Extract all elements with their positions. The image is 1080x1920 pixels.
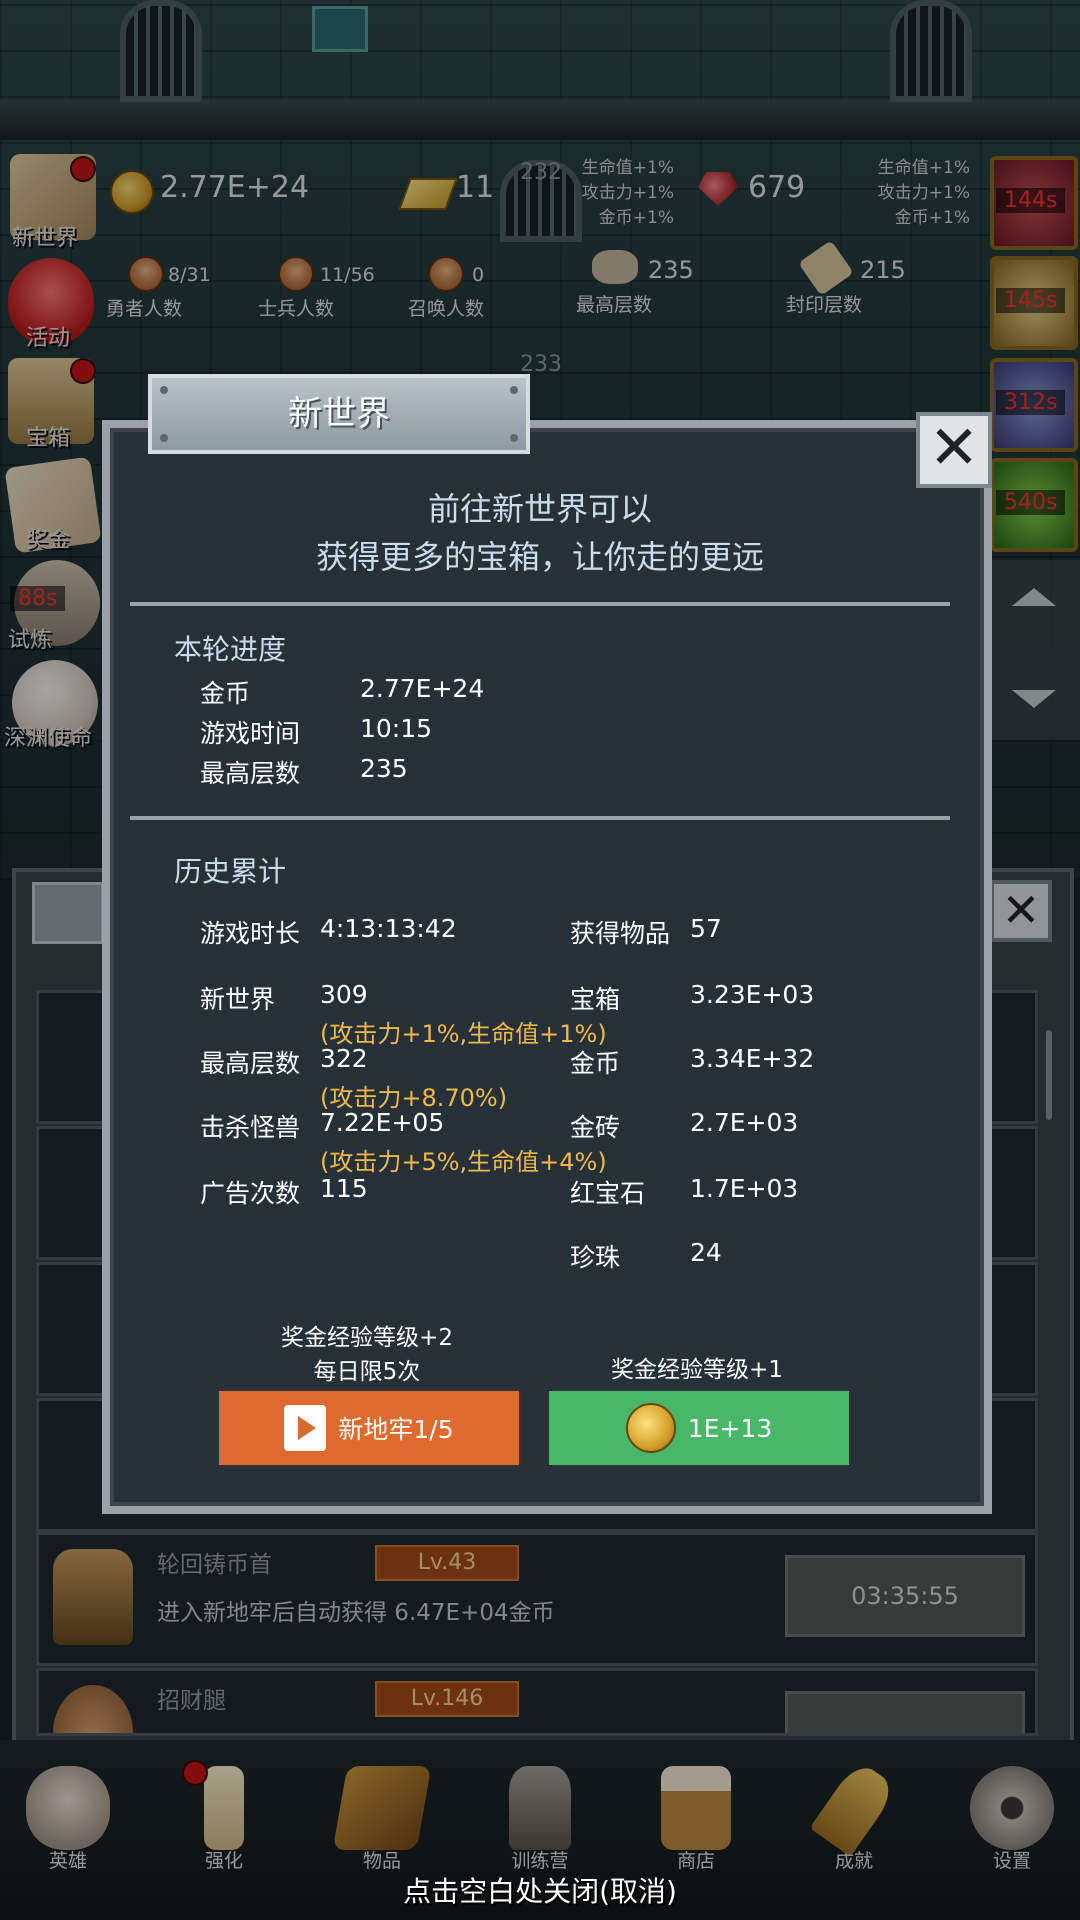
- history-gold-value: 3.34E+32: [690, 1044, 815, 1073]
- current-floor-label: 最高层数: [200, 759, 301, 788]
- history-ads-value: 115: [320, 1174, 368, 1203]
- current-time-value: 10:15: [360, 714, 433, 743]
- coin-caption: 奖金经验等级+1: [611, 1357, 783, 1383]
- history-items-value: 57: [690, 914, 722, 943]
- history-ads-label: 广告次数: [200, 1179, 301, 1208]
- current-progress-heading: 本轮进度: [174, 633, 287, 666]
- history-newworld-value: 309: [320, 980, 368, 1009]
- current-gold-value: 2.77E+24: [360, 674, 485, 703]
- intro-line-1: 前往新世界可以: [427, 490, 652, 528]
- history-newworld-label: 新世界: [200, 985, 276, 1014]
- history-goldbrick-value: 2.7E+03: [690, 1108, 799, 1137]
- history-playtime-label: 游戏时长: [200, 919, 301, 948]
- history-heading: 历史累计: [174, 855, 287, 888]
- current-time-label: 游戏时间: [200, 719, 301, 748]
- ad-caption-2: 每日限5次: [313, 1359, 421, 1385]
- current-gold-label: 金币: [200, 679, 251, 708]
- history-gold-label: 金币: [570, 1049, 621, 1078]
- video-play-icon: [284, 1405, 327, 1451]
- history-kills-bonus: (攻击力+5%,生命值+4%): [320, 1148, 607, 1176]
- divider: [130, 602, 950, 606]
- history-maxfloor-value: 322: [320, 1044, 368, 1073]
- ad-caption-1: 奖金经验等级+2: [281, 1325, 453, 1351]
- history-kills-value: 7.22E+05: [320, 1108, 445, 1137]
- dialog-title: 新世界: [148, 374, 530, 454]
- history-ruby-value: 1.7E+03: [690, 1174, 799, 1203]
- history-playtime-value: 4:13:13:42: [320, 914, 457, 943]
- intro-line-2: 获得更多的宝箱，让你走的更远: [315, 538, 764, 576]
- current-floor-value: 235: [360, 754, 408, 783]
- history-pearl-label: 珍珠: [570, 1243, 621, 1272]
- history-goldbrick-label: 金砖: [570, 1113, 621, 1142]
- dialog-close-button[interactable]: ✕: [916, 412, 992, 488]
- divider: [130, 816, 950, 820]
- close-hint[interactable]: 点击空白处关闭(取消): [0, 1870, 1080, 1910]
- history-chests-value: 3.23E+03: [690, 980, 815, 1009]
- new-dungeon-ad-button[interactable]: 新地牢1/5: [216, 1388, 522, 1468]
- new-dungeon-coin-button[interactable]: 1E+13: [546, 1388, 852, 1468]
- history-items-label: 获得物品: [570, 919, 671, 948]
- history-kills-label: 击杀怪兽: [200, 1113, 301, 1142]
- history-maxfloor-label: 最高层数: [200, 1049, 301, 1078]
- history-ruby-label: 红宝石: [570, 1179, 646, 1208]
- gold-coin-icon: [625, 1403, 676, 1453]
- history-chests-label: 宝箱: [570, 985, 621, 1014]
- history-pearl-value: 24: [690, 1238, 722, 1267]
